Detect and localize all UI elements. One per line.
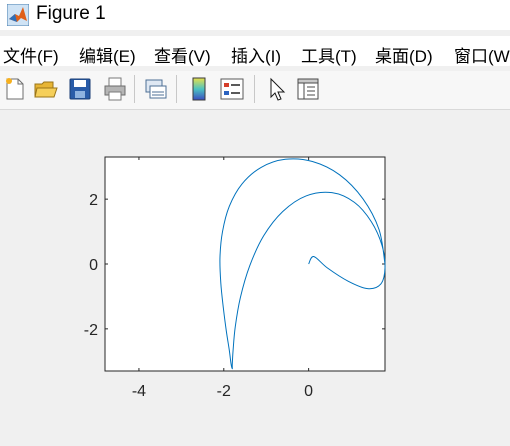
y-tick-label: 2 — [89, 192, 98, 209]
toolbar-separator — [134, 75, 135, 103]
print-icon[interactable] — [102, 76, 128, 102]
menu-file[interactable]: 文件(F) — [3, 42, 59, 67]
link-plot-icon[interactable] — [143, 76, 169, 102]
menu-insert[interactable]: 插入(I) — [231, 42, 281, 67]
toolbar-separator — [254, 75, 255, 103]
matlab-logo-icon — [7, 4, 29, 26]
y-tick-label: 0 — [89, 257, 98, 274]
menu-edit[interactable]: 编辑(E) — [79, 42, 136, 67]
x-tick-label: -4 — [132, 383, 146, 400]
menu-tools[interactable]: 工具(T) — [301, 42, 357, 67]
plot: -4 -2 0 2 0 -2 — [84, 156, 386, 400]
new-figure-icon[interactable] — [2, 76, 28, 102]
x-tick-label: -2 — [217, 383, 231, 400]
y-tick-label: -2 — [84, 322, 98, 339]
title-bar: Figure 1 — [0, 0, 510, 30]
toolbar-separator — [176, 75, 177, 103]
x-tick-label: 0 — [304, 383, 313, 400]
insert-legend-icon[interactable] — [219, 76, 245, 102]
menu-view[interactable]: 查看(V) — [154, 42, 211, 67]
figure-canvas: -4 -2 0 2 0 -2 — [0, 110, 510, 441]
insert-colorbar-icon[interactable] — [186, 76, 212, 102]
edit-plot-pointer-icon[interactable] — [264, 76, 290, 102]
save-icon[interactable] — [67, 76, 93, 102]
menu-bar: 文件(F) 编辑(E) 查看(V) 插入(I) 工具(T) 桌面(D) 窗口(W… — [0, 36, 510, 66]
property-inspector-icon[interactable] — [295, 76, 321, 102]
open-file-icon[interactable] — [33, 76, 59, 102]
menu-window[interactable]: 窗口(W) — [454, 42, 510, 67]
toolbar — [0, 71, 510, 110]
menu-desktop[interactable]: 桌面(D) — [375, 42, 433, 67]
window-title: Figure 1 — [36, 3, 106, 24]
axes-box — [104, 156, 386, 372]
